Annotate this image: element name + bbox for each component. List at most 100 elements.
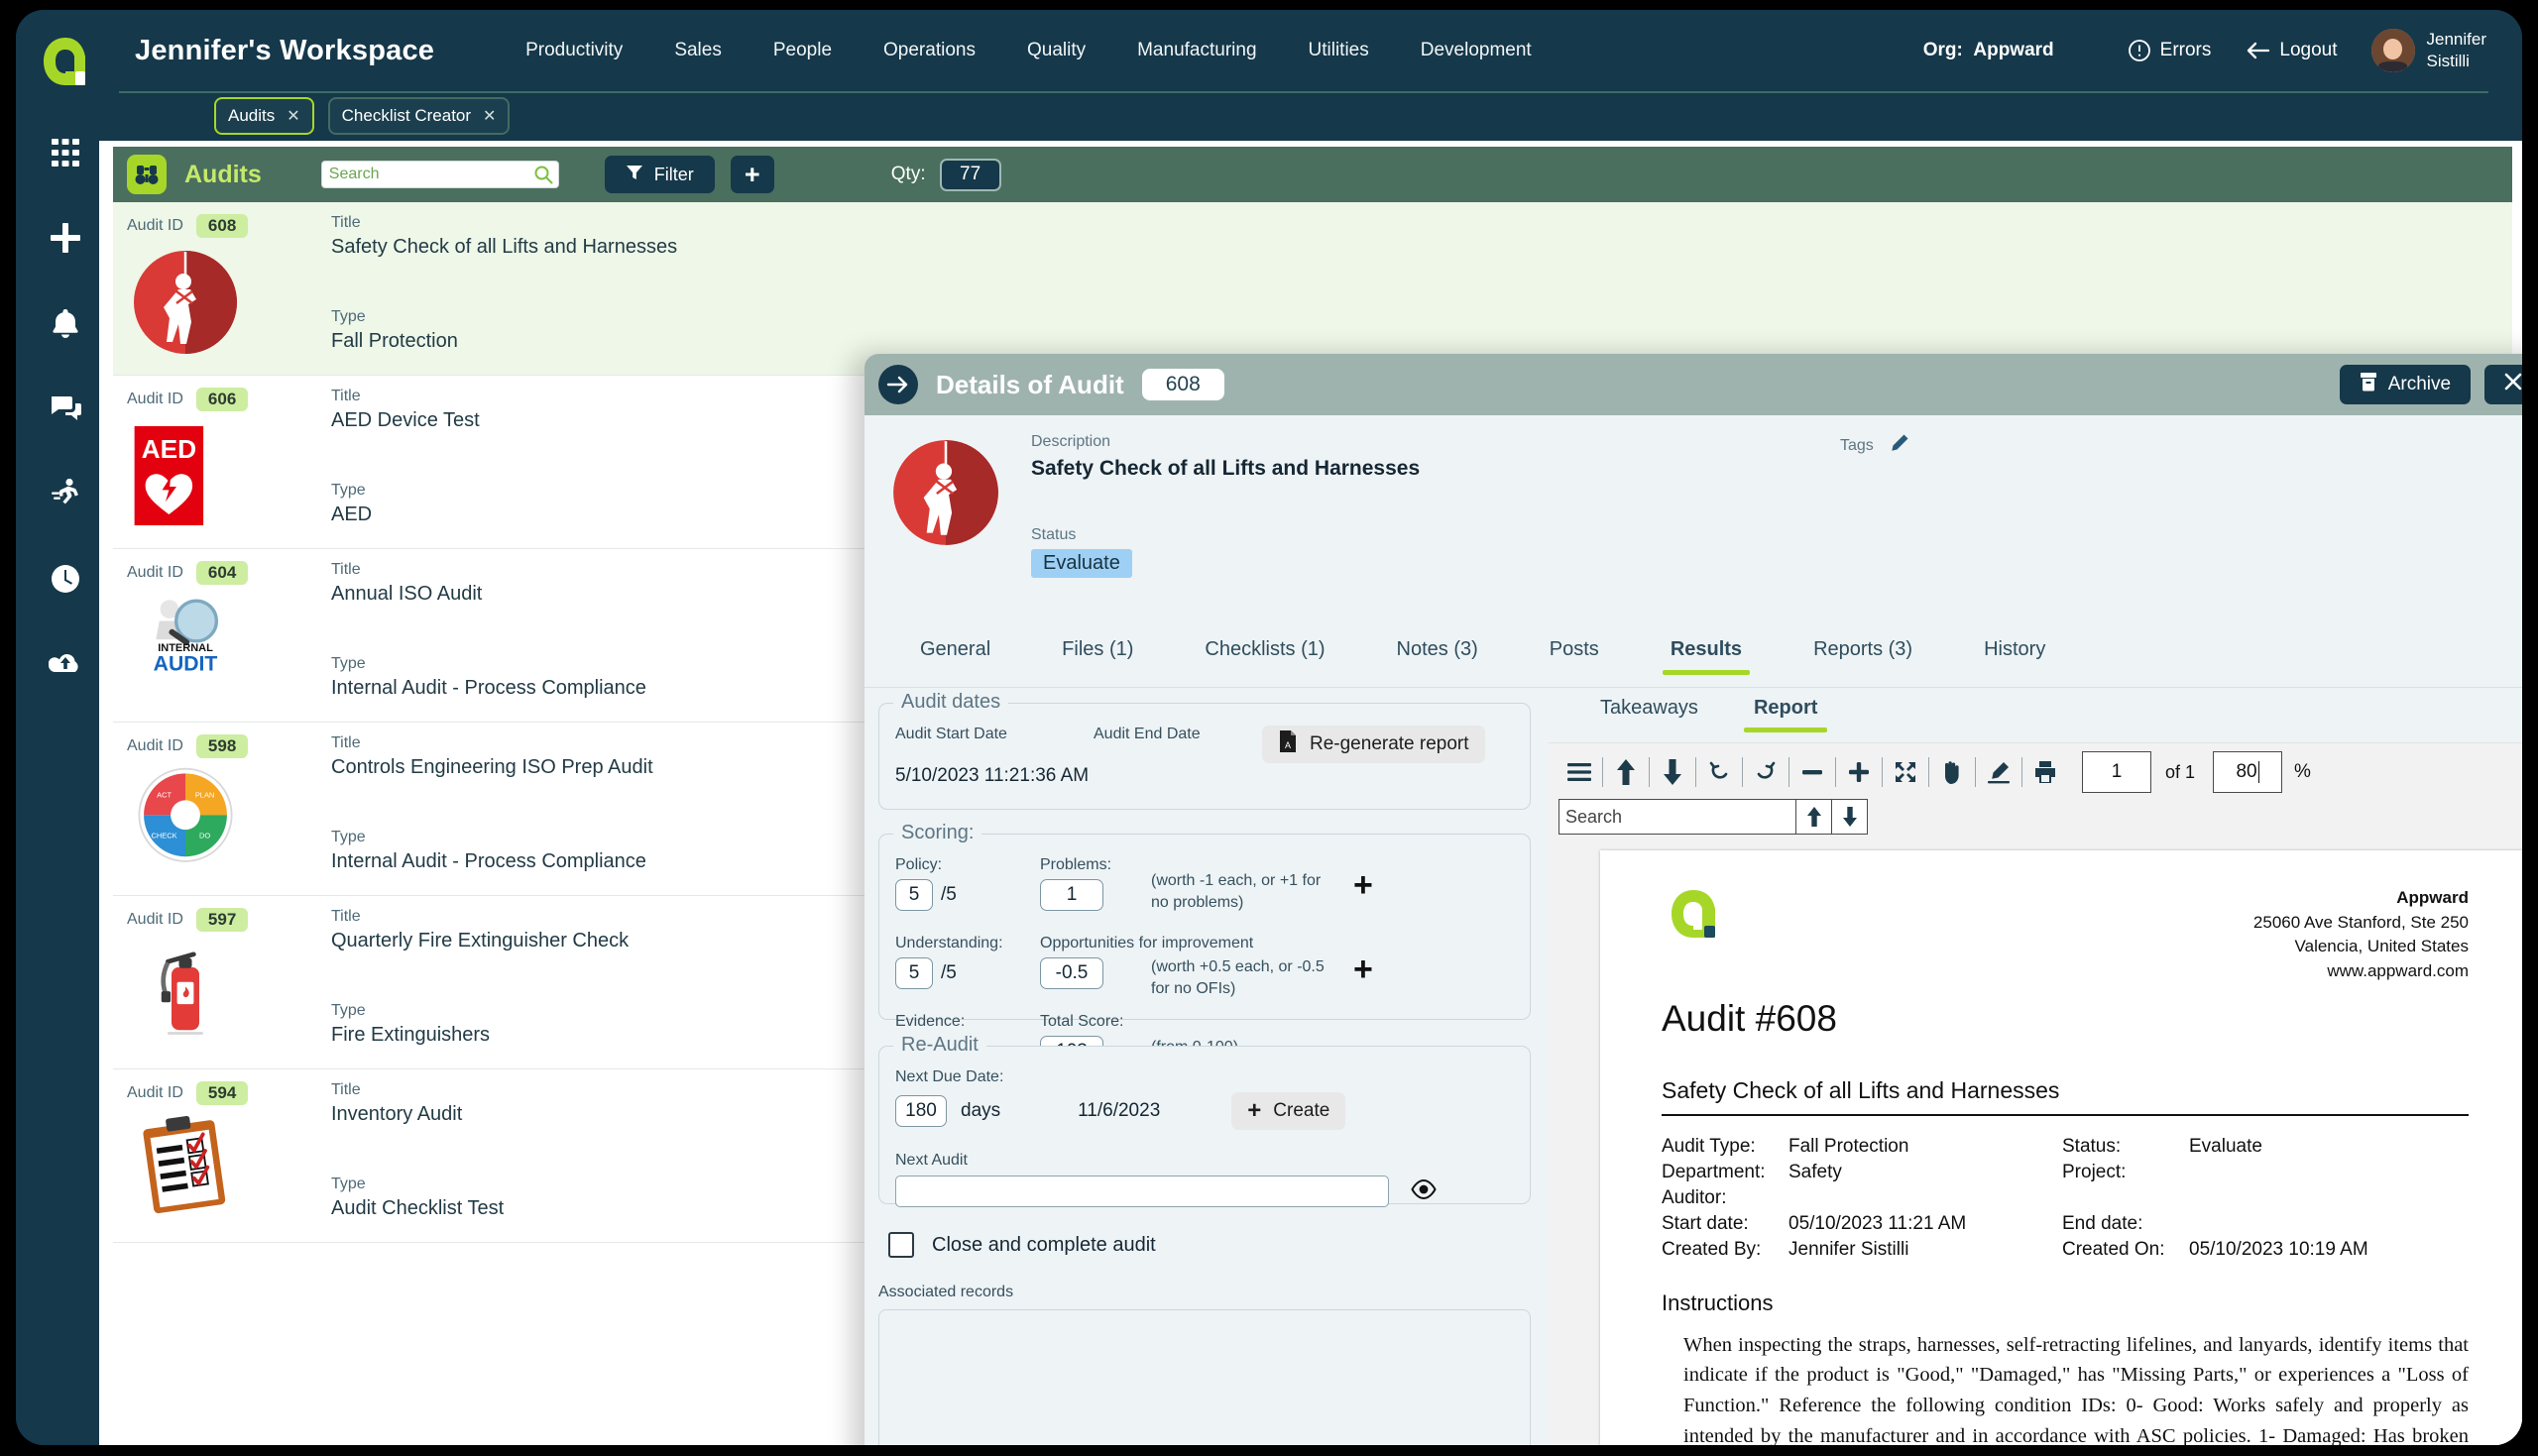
pdf-key: Start date: <box>1662 1212 1749 1234</box>
pdf-search-input[interactable]: Search <box>1558 799 1796 835</box>
re-audit-fieldset: Re-Audit Next Due Date: 180 days 11/6/20… <box>878 1034 1531 1207</box>
filter-button[interactable]: Filter <box>604 156 715 193</box>
audits-toolbar: Audits Filter + Qty: 77 <box>113 147 2512 202</box>
pdf-value: 05/10/2023 11:21 AM <box>1788 1212 1967 1234</box>
create-button[interactable]: + Create <box>1231 1092 1346 1130</box>
qty-label: Qty: <box>890 164 926 184</box>
errors-label: Errors <box>2159 40 2212 60</box>
pdf-zoom-input[interactable]: 80 <box>2213 751 2283 793</box>
title-label: Title <box>331 1081 361 1098</box>
tab-notes[interactable]: Notes (3) <box>1361 638 1514 661</box>
pdf-page-input[interactable]: 1 <box>2082 751 2151 793</box>
nav-item-productivity[interactable]: Productivity <box>500 40 648 61</box>
zoom-out-icon[interactable] <box>1791 752 1833 792</box>
details-actions: Archive Delete <box>2339 365 2522 404</box>
search-input[interactable] <box>320 161 559 188</box>
type-label: Type <box>331 482 366 499</box>
tab-takeaways[interactable]: Takeaways <box>1572 697 1726 720</box>
rotate-cw-icon[interactable] <box>1745 752 1787 792</box>
rotate-ccw-icon[interactable] <box>1698 752 1740 792</box>
archive-button[interactable]: Archive <box>2339 365 2472 404</box>
nav-item-utilities[interactable]: Utilities <box>1283 40 1395 61</box>
workspace-tab-audits[interactable]: Audits ✕ <box>214 97 314 135</box>
close-icon[interactable]: ✕ <box>287 106 299 126</box>
tab-results[interactable]: Results <box>1635 638 1778 675</box>
cloud-upload-icon[interactable] <box>44 642 87 686</box>
tab-files[interactable]: Files (1) <box>1026 638 1169 661</box>
associated-records-box[interactable] <box>878 1309 1531 1445</box>
pdf-field-row: Audit Type: Fall Protection Status: Eval… <box>1662 1134 2469 1160</box>
fit-page-icon[interactable] <box>1885 752 1926 792</box>
details-audit-id: 608 <box>1141 369 1224 400</box>
apps-grid-icon[interactable] <box>44 131 87 174</box>
tab-reports[interactable]: Reports (3) <box>1778 638 1948 661</box>
search-icon[interactable] <box>533 165 553 189</box>
ofi-input[interactable]: -0.5 <box>1040 957 1103 990</box>
pdf-instructions-body: When inspecting the straps, harnesses, s… <box>1683 1333 2469 1445</box>
sidebar-toggle-icon[interactable] <box>1558 752 1600 792</box>
type-block: Type Internal Audit - Process Compliance <box>331 829 653 873</box>
eye-icon[interactable] <box>1411 1178 1437 1204</box>
type-label: Type <box>331 308 366 325</box>
delete-button[interactable]: Delete <box>2484 365 2522 404</box>
print-icon[interactable] <box>2024 752 2066 792</box>
details-header: Details of Audit 608 Archive Delete <box>865 354 2522 415</box>
highlighter-icon[interactable] <box>1978 752 2019 792</box>
understanding-input[interactable]: 5 <box>895 957 933 990</box>
pdf-website: www.appward.com <box>2327 960 2469 980</box>
audit-start-date-value[interactable]: 5/10/2023 11:21:36 AM <box>895 765 1094 787</box>
zoom-in-icon[interactable] <box>1838 752 1880 792</box>
back-arrow-icon[interactable] <box>878 365 918 404</box>
arrow-left-icon <box>2245 40 2270 61</box>
title-label: Title <box>331 214 361 231</box>
pdf-search-next-button[interactable] <box>1832 799 1868 835</box>
regenerate-report-button[interactable]: A Re-generate report <box>1262 726 1485 763</box>
row-left-col: Audit ID 598 PLAN DO CHECK ACT <box>127 734 325 895</box>
problems-input[interactable]: 1 <box>1040 879 1103 911</box>
pdf-toolbar-row-1: 1 of 1 80 % <box>1558 751 2522 793</box>
add-audit-button[interactable]: + <box>730 156 774 193</box>
policy-input[interactable]: 5 <box>895 879 933 911</box>
tab-history[interactable]: History <box>1948 638 2081 661</box>
next-audit-input[interactable] <box>895 1176 1389 1207</box>
close-complete-checkbox[interactable] <box>888 1232 914 1258</box>
tab-checklists[interactable]: Checklists (1) <box>1169 638 1360 661</box>
tab-posts[interactable]: Posts <box>1514 638 1635 661</box>
workspace-tab-checklist-creator-label: Checklist Creator <box>341 106 472 125</box>
pdf-toolbar: 1 of 1 80 % Search <box>1549 743 2522 840</box>
edit-pencil-icon[interactable] <box>1890 433 1909 458</box>
plus-icon[interactable] <box>44 216 87 260</box>
nav-item-quality[interactable]: Quality <box>1001 40 1111 61</box>
close-complete-row[interactable]: Close and complete audit <box>878 1232 1531 1258</box>
logout-button[interactable]: Logout <box>2245 40 2338 61</box>
filter-funnel-icon <box>626 164 643 186</box>
next-due-days-input[interactable]: 180 <box>895 1095 947 1127</box>
nav-item-people[interactable]: People <box>748 40 858 61</box>
table-row[interactable]: Audit ID 608 Title Safety Check of all L… <box>113 202 2512 376</box>
workspace-tab-checklist-creator[interactable]: Checklist Creator ✕ <box>327 97 511 135</box>
page-down-icon[interactable] <box>1652 752 1693 792</box>
chat-icon[interactable] <box>44 387 87 430</box>
nav-item-operations[interactable]: Operations <box>858 40 1001 61</box>
bell-icon[interactable] <box>44 301 87 345</box>
page-up-icon[interactable] <box>1605 752 1647 792</box>
errors-button[interactable]: Errors <box>2128 39 2212 62</box>
nav-item-development[interactable]: Development <box>1395 40 1557 61</box>
status-badge[interactable]: Evaluate <box>1031 549 1132 578</box>
nav-item-sales[interactable]: Sales <box>648 40 748 61</box>
close-icon[interactable]: ✕ <box>483 106 496 126</box>
tab-report[interactable]: Report <box>1726 697 1845 732</box>
appward-logo[interactable] <box>38 34 93 89</box>
pdf-address-line-2: Valencia, United States <box>2294 937 2469 956</box>
add-problem-button[interactable]: + <box>1353 856 1373 913</box>
clock-icon[interactable] <box>44 557 87 601</box>
pan-hand-icon[interactable] <box>1931 752 1973 792</box>
pdf-search-prev-button[interactable] <box>1796 799 1832 835</box>
tab-general[interactable]: General <box>884 638 1026 661</box>
add-ofi-button[interactable]: + <box>1353 935 1373 999</box>
nav-item-manufacturing[interactable]: Manufacturing <box>1111 40 1282 61</box>
running-person-icon[interactable] <box>44 472 87 515</box>
pdf-key: Created By: <box>1662 1238 1762 1260</box>
row-left-col: Audit ID 608 <box>127 214 325 375</box>
avatar[interactable] <box>2370 29 2415 72</box>
